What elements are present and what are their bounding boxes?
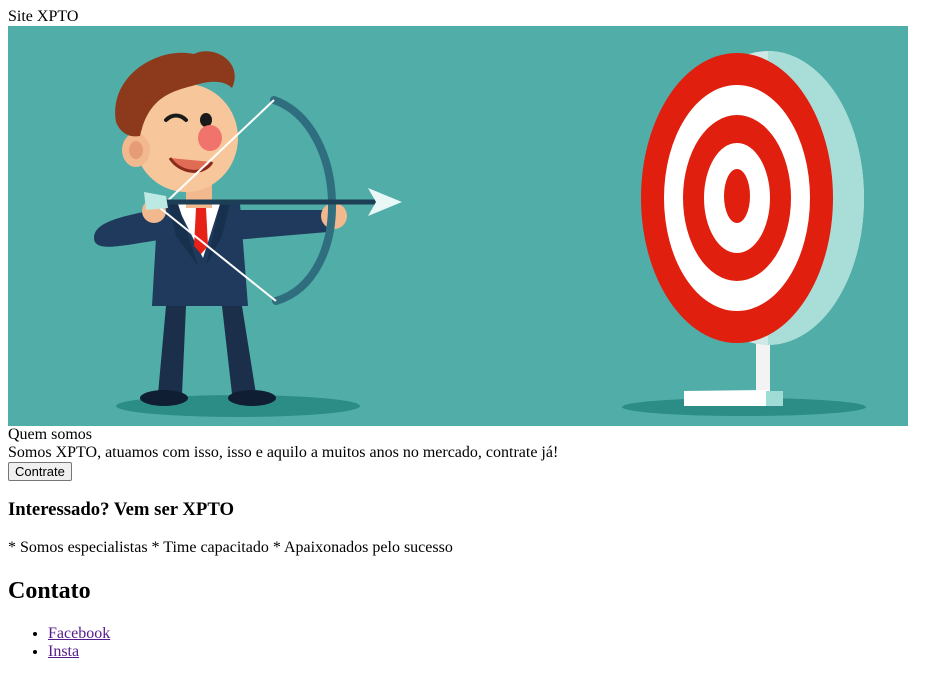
insta-link[interactable]: Insta [48,643,79,660]
about-text: Somos XPTO, atuamos com isso, isso e aqu… [8,444,559,461]
list-item: Facebook [48,625,936,643]
features-text: * Somos especialistas * Time capacitado … [8,539,453,556]
contact-heading: Contato [8,578,91,604]
hero-illustration [8,26,908,426]
social-links-list: Facebook Insta [8,625,936,661]
join-heading: Interessado? Vem ser XPTO [8,499,235,520]
site-title: Site XPTO [8,8,79,25]
facebook-link[interactable]: Facebook [48,625,110,642]
contrate-button[interactable]: Contrate [8,462,72,481]
about-heading: Quem somos [8,426,92,443]
list-item: Insta [48,643,936,661]
